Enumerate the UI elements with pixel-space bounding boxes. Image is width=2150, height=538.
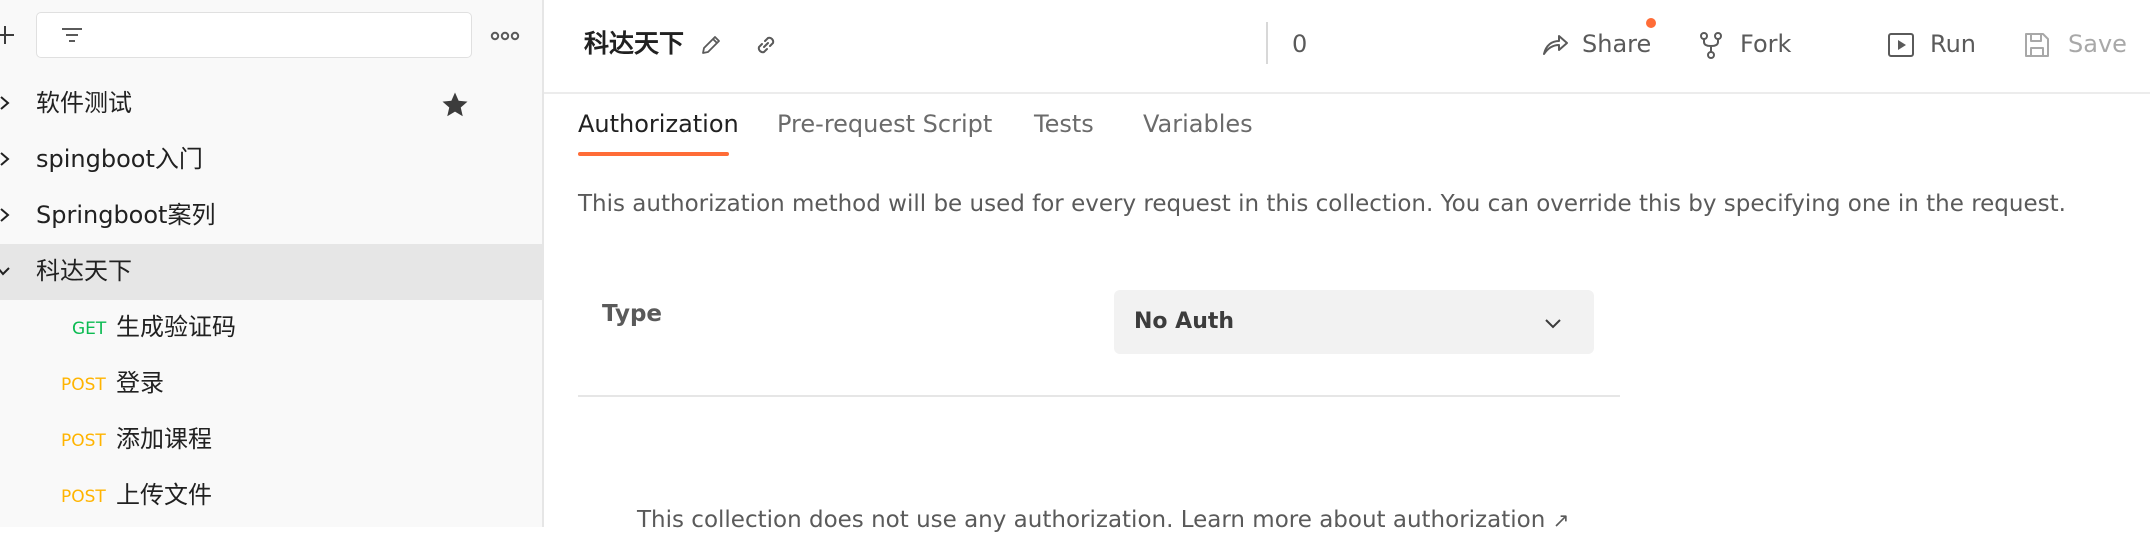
collection-item-software-testing[interactable]: 软件测试 [0, 76, 542, 132]
notification-dot [1646, 18, 1656, 28]
request-item[interactable]: POST 登录 [0, 356, 542, 412]
collection-item-springboot-cases[interactable]: Springboot案列 [0, 188, 542, 244]
tab-tests[interactable]: Tests [1034, 104, 1094, 144]
link-icon[interactable] [752, 31, 780, 59]
run-label: Run [1930, 30, 1977, 58]
divider [1266, 22, 1268, 64]
collection-label: 软件测试 [36, 89, 132, 117]
method-badge: POST [61, 431, 106, 451]
star-icon[interactable] [440, 90, 470, 120]
chevron-down-icon[interactable] [0, 262, 14, 280]
fork-count[interactable]: 0 [1292, 22, 1322, 66]
more-options-icon[interactable] [490, 27, 520, 45]
tab-authorization[interactable]: Authorization [578, 104, 739, 144]
share-button[interactable]: Share [1540, 18, 1660, 66]
chevron-down-icon [1545, 319, 1561, 329]
collection-title: 科达天下 [584, 29, 685, 58]
auth-description: This authorization method will be used f… [578, 191, 2066, 217]
tab-pre-request-script[interactable]: Pre-request Script [777, 104, 992, 144]
request-name: 登录 [116, 369, 164, 397]
save-icon [2025, 33, 2049, 57]
active-tab-indicator [578, 152, 729, 156]
plus-icon[interactable] [0, 24, 16, 46]
collection-header: 科达天下 Share Fork 0 Run Save [544, 0, 2150, 94]
type-label: Type [602, 301, 663, 327]
method-badge: POST [61, 375, 106, 395]
method-badge: POST [61, 487, 106, 507]
fork-label: Fork [1740, 30, 1792, 58]
chevron-right-icon[interactable] [0, 206, 14, 224]
filter-icon[interactable] [59, 23, 85, 49]
filter-input[interactable] [36, 12, 472, 58]
auth-type-select[interactable]: No Auth [1114, 290, 1594, 354]
pencil-icon[interactable] [698, 32, 724, 58]
request-item[interactable]: POST 上传文件 [0, 468, 542, 524]
collection-item-keda-tianxia[interactable]: 科达天下 [0, 244, 542, 300]
save-button[interactable]: Save [2022, 22, 2132, 66]
no-auth-note-text: This collection does not use any authori… [637, 507, 1546, 533]
request-item[interactable]: POST 添加课程 [0, 412, 542, 468]
request-item[interactable]: GET 生成验证码 [0, 300, 542, 356]
request-name: 生成验证码 [116, 313, 236, 341]
fork-icon [1700, 32, 1722, 59]
chevron-right-icon[interactable] [0, 94, 14, 112]
save-label: Save [2068, 30, 2127, 58]
collections-sidebar: 软件测试 spingboot入门 Springboot案列 科达天下 GET 生… [0, 0, 544, 527]
sidebar-toolbar [0, 0, 544, 72]
fork-button[interactable]: Fork [1696, 22, 1796, 66]
method-badge: GET [72, 319, 107, 339]
external-link-icon[interactable]: ↗ [1553, 508, 1570, 532]
no-auth-note: This collection does not use any authori… [637, 502, 1569, 538]
play-icon [1888, 33, 1914, 57]
collection-label: Springboot案列 [36, 201, 216, 229]
request-name: 上传文件 [116, 481, 212, 509]
tab-variables[interactable]: Variables [1143, 104, 1253, 144]
run-button[interactable]: Run [1886, 22, 1986, 66]
auth-type-value: No Auth [1134, 309, 1235, 334]
fork-count-value: 0 [1292, 30, 1308, 58]
section-divider [578, 395, 1620, 397]
share-label: Share [1582, 30, 1652, 58]
chevron-right-icon[interactable] [0, 150, 14, 168]
collection-item-spingboot-intro[interactable]: spingboot入门 [0, 132, 542, 188]
collection-label: 科达天下 [36, 257, 132, 285]
request-name: 添加课程 [116, 425, 212, 453]
collection-label: spingboot入门 [36, 145, 203, 173]
share-icon [1543, 35, 1568, 55]
